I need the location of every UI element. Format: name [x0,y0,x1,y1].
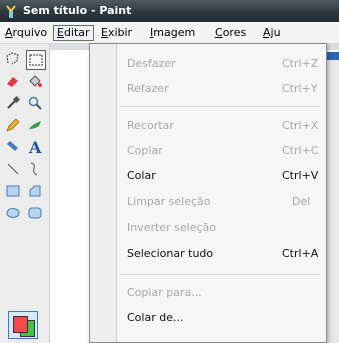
toolbox: A [0,44,50,343]
menu-item-shortcut: Ctrl+C [282,144,319,157]
menu-arquivo[interactable]: Arquivo [2,25,50,41]
menu-item-clear-selection[interactable]: Limpar seleção Del [90,190,326,214]
menu-item-shortcut: Ctrl+X [282,119,319,132]
title-bar: Sem título - Paint [0,0,339,22]
free-form-select-tool[interactable] [4,50,24,70]
paint-bucket-icon [29,75,42,87]
menu-item-label: Recortar [127,119,174,132]
menu-item-label: Colar de... [127,311,184,324]
brush-tool[interactable] [26,116,46,136]
menu-item-copy[interactable]: Copiar Ctrl+C [90,139,326,163]
menu-item-label: Refazer [127,82,169,95]
magnifier-icon [28,96,42,110]
menu-cores[interactable]: Cores [212,25,249,41]
rounded-rectangle-icon [28,207,42,219]
menu-exibir[interactable]: Exibir [98,25,135,41]
brush-icon [29,121,41,129]
menu-separator [120,274,320,275]
ellipse-icon [6,208,20,218]
text-tool[interactable]: A [26,138,46,158]
menu-item-invert-selection[interactable]: Inverter seleção [90,216,326,240]
menu-item-paste-from[interactable]: Colar de... [90,306,326,330]
menu-item-label: Limpar seleção [127,195,211,208]
line-tool[interactable] [4,160,24,180]
rect-select-icon [29,54,43,66]
edit-menu-dropdown: Desfazer Ctrl+Z Refazer Ctrl+Y Recortar … [89,43,327,343]
eraser-tool[interactable] [4,72,24,92]
menu-item-shortcut: Ctrl+Y [282,82,318,95]
menu-item-paste[interactable]: Colar Ctrl+V [90,164,326,188]
menu-editar[interactable]: Editar [53,25,94,41]
text-tool-icon: A [29,138,42,157]
airbrush-tool[interactable] [4,138,24,158]
rounded-rect-tool[interactable] [26,204,46,224]
menu-item-label: Copiar para... [127,286,202,299]
menu-item-label: Selecionar tudo [127,247,214,260]
polygon-icon [29,185,41,197]
pencil-icon [6,118,20,132]
airbrush-icon [7,141,18,151]
menu-item-label: Copiar [127,144,163,157]
color-selector[interactable] [8,311,38,339]
line-icon [7,163,19,175]
menu-separator [120,106,320,107]
free-select-icon [6,52,19,65]
menu-item-shortcut: Ctrl+Z [282,57,319,70]
menu-item-label: Desfazer [127,57,176,70]
pencil-tool[interactable] [4,116,24,136]
eraser-icon [7,77,18,87]
menu-ajuda[interactable]: Aju [260,25,284,41]
fill-tool[interactable] [26,72,46,92]
menu-item-shortcut: Ctrl+A [282,247,319,260]
menu-item-cut[interactable]: Recortar Ctrl+X [90,114,326,138]
menu-item-select-all[interactable]: Selecionar tudo Ctrl+A [90,242,326,266]
menu-item-label: Colar [127,169,156,182]
menu-item-label: Inverter seleção [127,221,216,234]
menu-imagem[interactable]: Imagem [147,25,198,41]
color-picker-tool[interactable] [4,94,24,114]
menu-item-redo[interactable]: Refazer Ctrl+Y [90,77,326,101]
polygon-tool[interactable] [26,182,46,202]
foreground-color-swatch[interactable] [13,316,28,333]
magnifier-tool[interactable] [26,94,46,114]
curve-tool[interactable] [26,160,46,180]
menu-item-copy-to[interactable]: Copiar para... [90,281,326,305]
menu-item-undo[interactable]: Desfazer Ctrl+Z [90,52,326,76]
menu-item-shortcut: Del [292,195,311,208]
curve-icon [30,162,38,176]
window-title: Sem título - Paint [23,4,132,17]
ellipse-tool[interactable] [4,204,24,224]
rectangle-tool[interactable] [4,182,24,202]
menu-bar: Arquivo Editar Exibir Imagem Cores Aju [0,22,339,44]
rectangle-icon [6,185,20,197]
paint-app-icon [4,4,18,18]
eyedropper-icon [7,95,21,109]
menu-item-shortcut: Ctrl+V [282,169,319,182]
rect-select-tool[interactable] [26,50,46,70]
